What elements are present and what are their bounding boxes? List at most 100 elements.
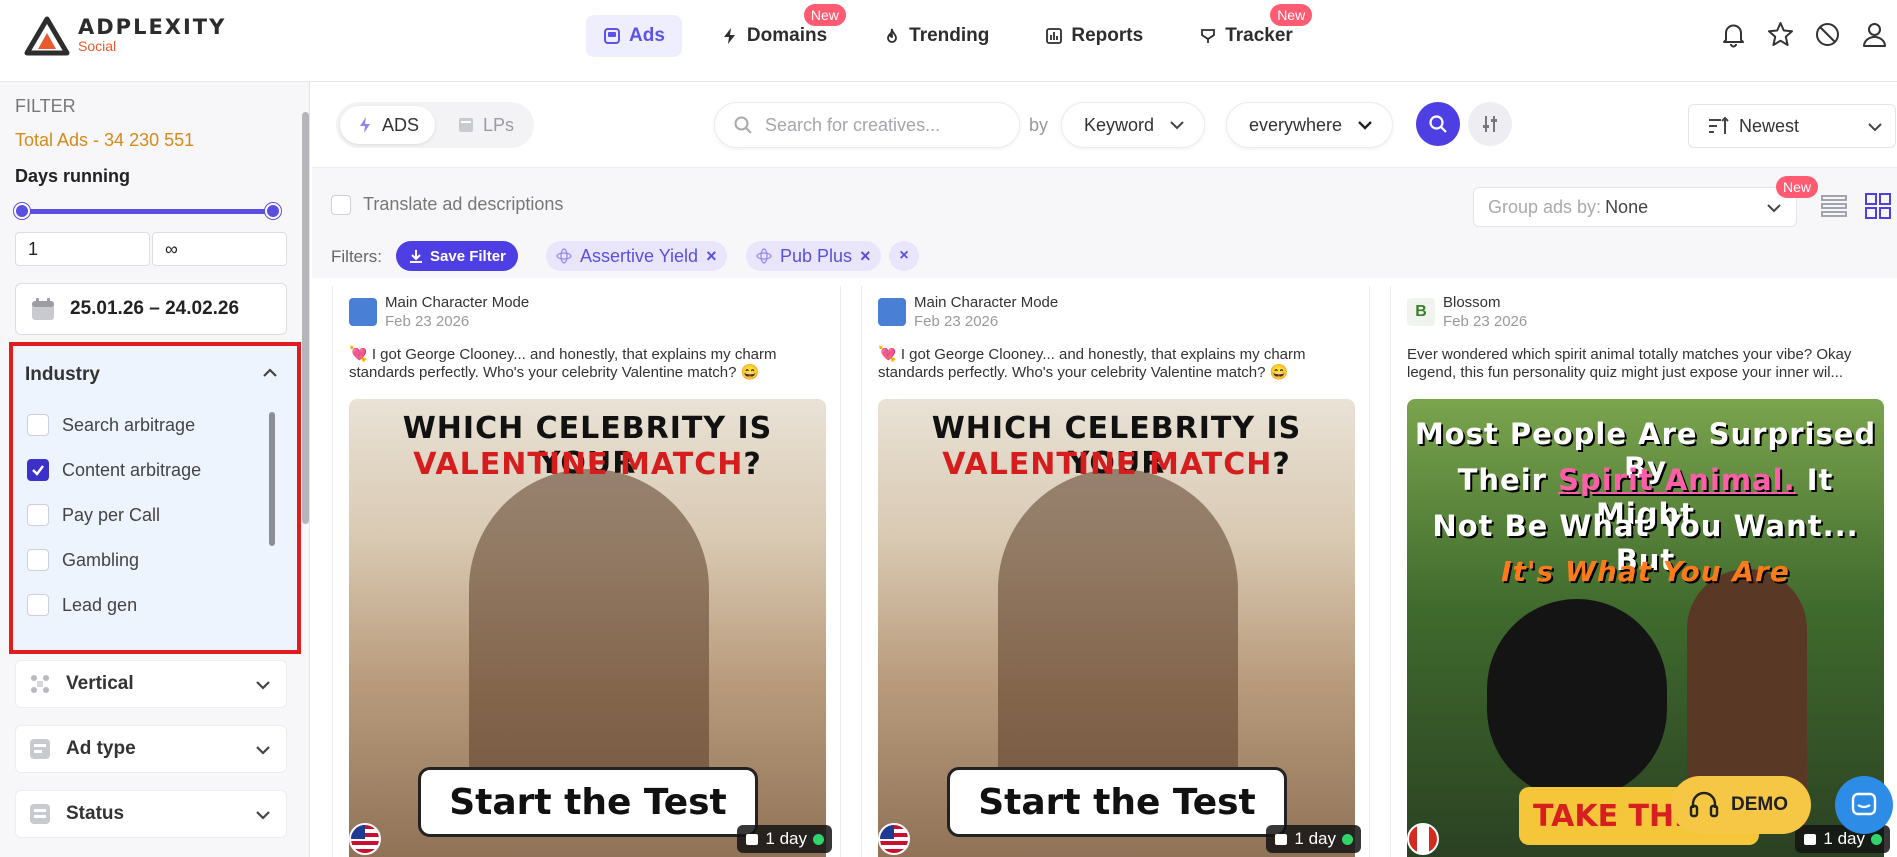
tab-ads-label: ADS xyxy=(382,114,420,135)
search-scope-value: everywhere xyxy=(1249,114,1343,135)
days-running-badge: 1 day xyxy=(1266,825,1361,853)
nav-ads-label: Ads xyxy=(629,25,665,46)
save-filter-button[interactable]: Save Filter xyxy=(396,241,518,271)
brand-logo[interactable]: ADPLEXITY Social xyxy=(24,16,226,56)
nav-domains[interactable]: Domains New xyxy=(704,4,846,57)
group-by-label: Group ads by: xyxy=(1488,196,1602,217)
group-by-value: None xyxy=(1605,196,1649,217)
days-running-slider[interactable] xyxy=(14,203,281,219)
industry-option-pay-per-call[interactable]: Pay per Call xyxy=(27,504,160,526)
filter-chip-assertive-yield[interactable]: Assertive Yield × xyxy=(546,241,727,271)
checkbox[interactable] xyxy=(27,594,49,616)
industry-option-content-arbitrage[interactable]: Content arbitrage xyxy=(27,459,201,481)
active-status-dot xyxy=(1871,833,1882,845)
industry-option-lead-gen[interactable]: Lead gen xyxy=(27,594,137,616)
ad-creative-image[interactable]: WHICH CELEBRITY IS YOUR VALENTINE MATCH?… xyxy=(878,399,1355,857)
filter-section-vertical[interactable]: Vertical xyxy=(15,660,287,708)
chat-icon xyxy=(1851,792,1877,816)
advertiser-name[interactable]: Blossom xyxy=(1443,294,1501,311)
checkbox[interactable] xyxy=(27,504,49,526)
section-label: Status xyxy=(66,803,125,824)
sort-value: Newest xyxy=(1739,115,1800,136)
atom-icon xyxy=(556,248,572,264)
calendar-icon xyxy=(1804,834,1817,845)
days-running-label: Days running xyxy=(15,166,131,186)
advanced-filters-button[interactable] xyxy=(1468,102,1512,146)
chevron-up-icon[interactable] xyxy=(259,362,281,384)
tab-ads[interactable]: ADS xyxy=(340,106,436,144)
filter-section-status[interactable]: Status xyxy=(15,790,287,838)
search-input[interactable] xyxy=(765,114,1005,136)
sort-select[interactable]: Newest xyxy=(1688,104,1896,148)
checkbox[interactable] xyxy=(27,549,49,571)
search-scope-select[interactable]: everywhere xyxy=(1226,102,1394,148)
filter-section-ad-type[interactable]: Ad type xyxy=(15,725,287,773)
days-min-input[interactable]: 1 xyxy=(15,232,150,266)
chip-label: Pub Plus xyxy=(780,245,853,266)
ad-creative-image[interactable]: WHICH CELEBRITY IS YOUR VALENTINE MATCH?… xyxy=(349,399,826,857)
nav-ads[interactable]: Ads xyxy=(586,15,682,57)
search-button[interactable] xyxy=(1416,102,1460,146)
creative-cta: Start the Test xyxy=(947,767,1287,837)
clear-all-filters-button[interactable]: × xyxy=(889,241,919,271)
user-icon[interactable] xyxy=(1860,20,1889,49)
tab-lps[interactable]: LPs xyxy=(441,106,530,144)
filter-chip-pub-plus[interactable]: Pub Plus × xyxy=(746,241,881,271)
ad-card[interactable]: Main Character Mode Feb 23 2026 💘 I got … xyxy=(332,286,841,857)
ad-card[interactable]: Main Character Mode Feb 23 2026 💘 I got … xyxy=(861,286,1370,857)
option-label: Lead gen xyxy=(62,594,138,615)
search-field-select[interactable]: Keyword xyxy=(1061,102,1206,148)
nav-trending[interactable]: Trending xyxy=(866,15,1006,57)
advertiser-avatar xyxy=(349,298,377,326)
chat-support-button[interactable] xyxy=(1835,776,1893,834)
headset-icon xyxy=(1689,791,1719,818)
section-label: Ad type xyxy=(66,738,136,759)
group-ads-select[interactable]: Group ads by: None xyxy=(1473,187,1797,227)
chevron-down-icon xyxy=(1170,121,1184,130)
country-flag-us-icon xyxy=(878,823,910,855)
advertiser-name[interactable]: Main Character Mode xyxy=(385,294,529,311)
industry-scrollbar[interactable] xyxy=(269,412,275,546)
ad-creative-image[interactable]: Most People Are Surprised By Their Spiri… xyxy=(1407,399,1884,857)
industry-option-gambling[interactable]: Gambling xyxy=(27,549,139,571)
days-max-input[interactable]: ∞ xyxy=(152,232,287,266)
calendar-icon xyxy=(32,298,54,320)
status-icon xyxy=(30,804,50,824)
ad-card[interactable]: B Blossom Feb 23 2026 Ever wondered whic… xyxy=(1390,286,1897,857)
checkbox[interactable] xyxy=(27,414,49,436)
translate-checkbox[interactable] xyxy=(331,194,351,215)
tab-lps-label: LPs xyxy=(483,114,515,135)
translate-toggle[interactable]: Translate ad descriptions xyxy=(331,194,563,215)
nav-domains-label: Domains xyxy=(746,25,828,46)
checkbox-checked[interactable] xyxy=(27,459,49,481)
bell-icon[interactable] xyxy=(1719,20,1748,49)
save-filter-label: Save Filter xyxy=(430,247,506,265)
creative-headline-4: It's What You Are xyxy=(1501,555,1790,588)
slider-min-handle[interactable] xyxy=(14,203,30,219)
sparkle-icon xyxy=(360,117,370,133)
slider-max-handle[interactable] xyxy=(265,203,281,219)
photo-subjects xyxy=(998,469,1238,799)
list-view-icon[interactable] xyxy=(1820,192,1848,220)
date-range-picker[interactable]: 25.01.26 – 24.02.26 xyxy=(15,283,287,335)
brand-subtitle: Social xyxy=(78,38,117,54)
ad-description: 💘 I got George Clooney... and honestly, … xyxy=(878,346,1306,381)
sidebar-scrollbar[interactable] xyxy=(302,112,309,524)
remove-filter-icon[interactable]: × xyxy=(706,246,717,267)
remove-filter-icon[interactable]: × xyxy=(860,246,871,267)
industry-option-search-arbitrage[interactable]: Search arbitrage xyxy=(27,414,195,436)
creative-headline-highlight: VALENTINE MATCH xyxy=(942,447,1273,482)
demo-button[interactable]: DEMO xyxy=(1671,776,1811,834)
grid-view-icon[interactable] xyxy=(1864,192,1892,220)
advertiser-name[interactable]: Main Character Mode xyxy=(914,294,1058,311)
header-actions xyxy=(1719,20,1889,49)
search-box[interactable] xyxy=(714,102,1020,148)
sort-icon xyxy=(1709,116,1729,134)
star-icon[interactable] xyxy=(1766,20,1795,49)
block-icon[interactable] xyxy=(1813,20,1842,49)
nav-reports[interactable]: Reports xyxy=(1028,15,1160,57)
slider-track xyxy=(20,209,275,214)
nav-tracker[interactable]: Tracker New xyxy=(1182,4,1313,57)
creative-headline-2: VALENTINE MATCH? xyxy=(349,447,826,482)
industry-title[interactable]: Industry xyxy=(25,364,100,386)
